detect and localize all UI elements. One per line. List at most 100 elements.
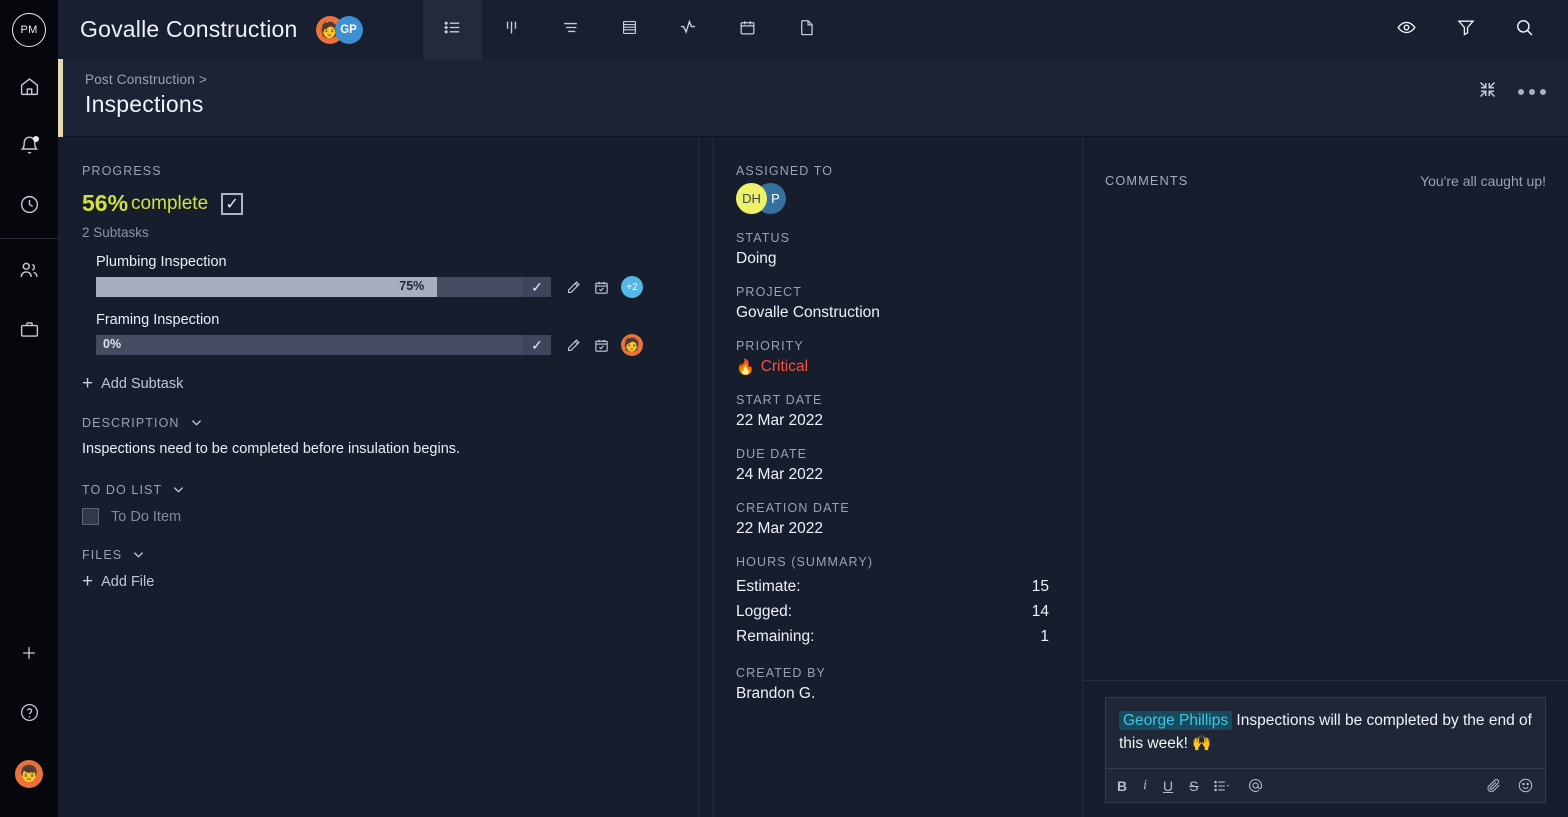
sidebar-item-timesheets[interactable] — [0, 177, 58, 236]
tab-board[interactable] — [482, 0, 541, 59]
dot-icon — [1529, 89, 1535, 95]
due-date-value[interactable]: 24 Mar 2022 — [736, 466, 1082, 484]
add-file-button[interactable]: + Add File — [82, 572, 698, 591]
strikethrough-button[interactable]: S — [1189, 778, 1198, 794]
filter-button[interactable] — [1436, 0, 1495, 59]
tab-list[interactable] — [423, 0, 482, 59]
emoji-glyph: 🙌 — [1192, 735, 1211, 752]
sidebar-item-home[interactable] — [0, 59, 58, 118]
hours-estimate-label: Estimate: — [736, 574, 801, 599]
tab-sheet[interactable] — [600, 0, 659, 59]
hours-summary-label: HOURS (SUMMARY) — [736, 555, 1082, 569]
help-circle-icon — [19, 702, 40, 728]
field-assigned-to: ASSIGNED TO DH P — [736, 164, 1082, 214]
hours-remaining-value: 1 — [1040, 624, 1049, 649]
search-button[interactable] — [1495, 0, 1554, 59]
people-icon — [18, 259, 40, 286]
activity-wave-icon — [678, 17, 698, 42]
calendar-icon[interactable] — [593, 337, 610, 354]
progress-percent: 56% — [82, 190, 128, 217]
description-header[interactable]: DESCRIPTION — [82, 415, 698, 430]
tab-pages[interactable] — [777, 0, 836, 59]
project-members[interactable]: 🧑 GP — [316, 16, 363, 44]
tab-workload[interactable] — [659, 0, 718, 59]
progress-fill — [96, 277, 437, 297]
subtask-assignee-chip[interactable]: 🧑 — [621, 334, 643, 356]
sidebar-item-team[interactable] — [0, 243, 58, 302]
start-date-label: START DATE — [736, 393, 1082, 407]
sidebar-item-account[interactable]: 👦 — [0, 744, 58, 803]
priority-value: Critical — [761, 358, 808, 376]
todo-header[interactable]: TO DO LIST — [82, 482, 698, 497]
creation-date-value: 22 Mar 2022 — [736, 520, 1082, 538]
field-status: STATUS Doing — [736, 231, 1082, 268]
list-icon[interactable] — [1214, 779, 1231, 793]
subtask-progress-bar[interactable]: 75% ✓ — [96, 277, 551, 297]
todo-label: TO DO LIST — [82, 483, 162, 497]
project-value[interactable]: Govalle Construction — [736, 304, 1082, 322]
editor-toolbar: B i U S — [1106, 768, 1545, 802]
column-gap — [699, 137, 713, 817]
start-date-value[interactable]: 22 Mar 2022 — [736, 412, 1082, 430]
todo-item-label: To Do Item — [111, 509, 181, 525]
chevron-down-icon — [189, 415, 204, 430]
more-options-button[interactable] — [1518, 89, 1546, 95]
task-complete-checkbox[interactable]: ✓ — [221, 193, 243, 215]
italic-button[interactable]: i — [1143, 778, 1147, 794]
collapse-arrows-icon — [1477, 79, 1498, 105]
bold-button[interactable]: B — [1117, 778, 1127, 794]
subtask-name[interactable]: Framing Inspection — [96, 312, 698, 328]
tab-calendar[interactable] — [718, 0, 777, 59]
rail-bottom-group: 👦 — [0, 626, 58, 817]
underline-button[interactable]: U — [1163, 778, 1173, 794]
sidebar-item-projects[interactable] — [0, 302, 58, 361]
sidebar-item-help[interactable] — [0, 685, 58, 744]
left-nav-rail: PM — [0, 0, 58, 817]
document-icon — [797, 18, 816, 42]
priority-value-row[interactable]: 🔥 Critical — [736, 358, 1082, 376]
creation-date-label: CREATION DATE — [736, 501, 1082, 515]
subtask-progress-bar[interactable]: 0% ✓ — [96, 335, 551, 355]
add-subtask-button[interactable]: + Add Subtask — [82, 374, 698, 393]
field-creation-date: CREATION DATE 22 Mar 2022 — [736, 501, 1082, 538]
panel-actions — [1477, 79, 1546, 105]
mention-chip[interactable]: George Phillips — [1119, 711, 1232, 730]
visibility-button[interactable] — [1377, 0, 1436, 59]
calendar-icon — [738, 18, 757, 42]
avatar-assignee-1[interactable]: DH — [736, 183, 767, 214]
comment-editor[interactable]: George Phillips Inspections will be comp… — [1105, 697, 1546, 804]
comment-input[interactable]: George Phillips Inspections will be comp… — [1106, 698, 1545, 769]
formatting-tools: B i U S — [1117, 777, 1264, 794]
files-header[interactable]: FILES — [82, 547, 698, 562]
hours-row: Remaining: 1 — [736, 624, 1049, 649]
calendar-icon[interactable] — [593, 279, 610, 296]
status-value[interactable]: Doing — [736, 250, 1082, 268]
task-details-column: ASSIGNED TO DH P STATUS Doing PROJECT Go… — [714, 137, 1082, 817]
tab-gantt[interactable] — [541, 0, 600, 59]
app-logo-text: PM — [12, 13, 46, 47]
paperclip-icon[interactable] — [1485, 777, 1502, 794]
app-logo[interactable]: PM — [0, 0, 58, 59]
clock-icon — [19, 194, 40, 220]
emoji-icon[interactable] — [1517, 777, 1534, 794]
editor-attach-tools — [1485, 777, 1534, 794]
subtask-name[interactable]: Plumbing Inspection — [96, 254, 698, 270]
subtask-complete-button[interactable]: ✓ — [523, 277, 551, 297]
comments-header: COMMENTS You're all caught up! — [1083, 157, 1568, 204]
field-priority: PRIORITY 🔥 Critical — [736, 339, 1082, 376]
edit-pencil-icon[interactable] — [565, 279, 582, 296]
plus-icon: + — [82, 374, 93, 393]
subtask-complete-button[interactable]: ✓ — [523, 335, 551, 355]
sidebar-item-notifications[interactable] — [0, 118, 58, 177]
avatar-member-2[interactable]: GP — [335, 16, 363, 44]
list-item[interactable]: To Do Item — [82, 508, 698, 525]
subtask-assignee-chip[interactable]: +2 — [621, 276, 643, 298]
assignee-avatars[interactable]: DH P — [736, 183, 1082, 214]
breadcrumb: Post Construction > Inspections — [85, 72, 207, 118]
mention-button[interactable] — [1247, 777, 1264, 794]
sidebar-item-add[interactable] — [0, 626, 58, 685]
todo-checkbox[interactable] — [82, 508, 99, 525]
collapse-button[interactable] — [1477, 79, 1498, 105]
edit-pencil-icon[interactable] — [565, 337, 582, 354]
breadcrumb-parent[interactable]: Post Construction > — [85, 72, 207, 87]
